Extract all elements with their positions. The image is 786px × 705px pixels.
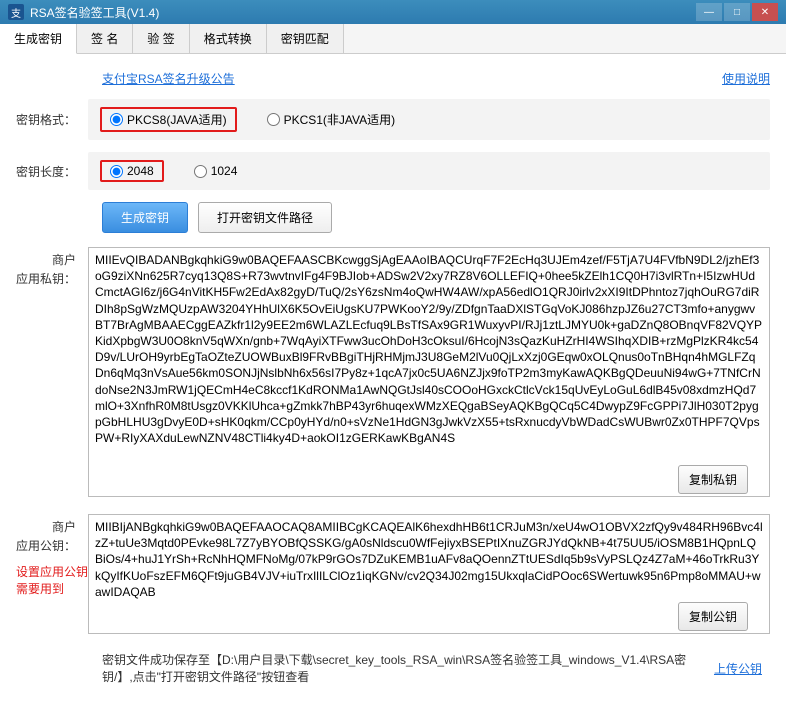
copy-public-key-button[interactable]: 复制公钥	[678, 602, 748, 631]
private-key-textarea[interactable]	[88, 247, 770, 497]
save-path-message: 密钥文件成功保存至【D:\用户目录\下载\secret_key_tools_RS…	[102, 651, 702, 685]
key-length-label: 密钥长度：	[16, 163, 88, 180]
radio-1024-label: 1024	[211, 164, 238, 178]
public-key-red-note: 设置应用公钥 需要用到	[16, 564, 94, 598]
close-button[interactable]: ✕	[752, 3, 778, 21]
public-key-textarea[interactable]	[88, 514, 770, 634]
private-key-label: 商户 应用私钥：	[16, 247, 88, 289]
open-key-path-button[interactable]: 打开密钥文件路径	[198, 202, 332, 233]
upgrade-notice-link[interactable]: 支付宝RSA签名升级公告	[102, 70, 235, 87]
generate-key-button[interactable]: 生成密钥	[102, 202, 188, 233]
radio-pkcs8-label: PKCS8(JAVA适用)	[127, 111, 227, 128]
tab-verify[interactable]: 验 签	[133, 24, 189, 53]
radio-2048[interactable]: 2048	[110, 164, 154, 178]
radio-1024[interactable]: 1024	[194, 164, 238, 178]
tab-format-convert[interactable]: 格式转换	[190, 24, 267, 53]
minimize-button[interactable]: —	[696, 3, 722, 21]
radio-pkcs8[interactable]: PKCS8(JAVA适用)	[110, 111, 227, 128]
tab-generate-key[interactable]: 生成密钥	[0, 24, 77, 54]
upload-public-key-link[interactable]: 上传公钥	[714, 660, 770, 677]
tab-bar: 生成密钥 签 名 验 签 格式转换 密钥匹配	[0, 24, 786, 54]
window-title: RSA签名验签工具(V1.4)	[30, 4, 696, 21]
key-format-label: 密钥格式：	[16, 111, 88, 128]
copy-private-key-button[interactable]: 复制私钥	[678, 465, 748, 494]
tab-key-match[interactable]: 密钥匹配	[267, 24, 344, 53]
radio-2048-label: 2048	[127, 164, 154, 178]
maximize-button[interactable]: □	[724, 3, 750, 21]
radio-pkcs1[interactable]: PKCS1(非JAVA适用)	[267, 111, 396, 128]
app-icon: 支	[8, 4, 24, 20]
public-key-label: 商户 应用公钥：	[16, 514, 88, 556]
tab-sign[interactable]: 签 名	[77, 24, 133, 53]
radio-pkcs1-label: PKCS1(非JAVA适用)	[284, 111, 396, 128]
usage-link[interactable]: 使用说明	[722, 70, 770, 87]
